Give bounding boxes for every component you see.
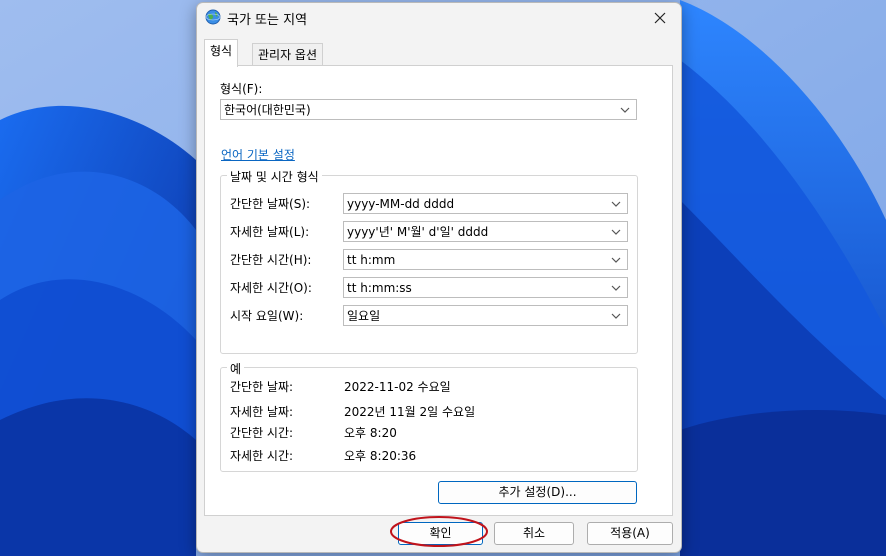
- long-time-value: tt h:mm:ss: [347, 281, 412, 295]
- example-short-time-label: 간단한 시간:: [230, 426, 294, 440]
- chevron-down-icon: [611, 201, 621, 207]
- short-date-value: yyyy-MM-dd dddd: [347, 197, 455, 211]
- short-date-label: 간단한 날짜(S):: [230, 197, 311, 211]
- long-date-select[interactable]: yyyy'년' M'월' d'일' dddd: [343, 221, 628, 242]
- short-date-select[interactable]: yyyy-MM-dd dddd: [343, 193, 628, 214]
- example-long-time-value: 오후 8:20:36: [344, 449, 417, 463]
- additional-settings-button[interactable]: 추가 설정(D)...: [438, 481, 637, 504]
- first-day-select[interactable]: 일요일: [343, 305, 628, 326]
- example-group-title: 예: [227, 360, 245, 377]
- first-day-value: 일요일: [347, 309, 381, 323]
- chevron-down-icon: [611, 313, 621, 319]
- long-date-label: 자세한 날짜(L):: [230, 225, 310, 239]
- example-long-date-value: 2022년 11월 2일 수요일: [344, 405, 476, 419]
- ok-button[interactable]: 확인: [398, 522, 483, 545]
- window-title: 국가 또는 지역: [227, 13, 308, 28]
- example-long-date-label: 자세한 날짜:: [230, 405, 294, 419]
- example-group: 예 간단한 날짜: 2022-11-02 수요일 자세한 날짜: 2022년 1…: [220, 360, 638, 472]
- close-button[interactable]: [645, 6, 675, 30]
- close-icon: [654, 12, 666, 24]
- example-short-time-value: 오후 8:20: [344, 426, 397, 440]
- format-select[interactable]: 한국어(대한민국): [220, 99, 637, 120]
- tab-format[interactable]: 형식: [204, 39, 239, 67]
- datetime-group-title: 날짜 및 시간 형식: [227, 168, 322, 185]
- format-value: 한국어(대한민국): [224, 103, 311, 117]
- globe-icon: [205, 9, 221, 25]
- chevron-down-icon: [620, 107, 630, 113]
- long-time-select[interactable]: tt h:mm:ss: [343, 277, 628, 298]
- chevron-down-icon: [611, 257, 621, 263]
- example-short-date-label: 간단한 날짜:: [230, 380, 294, 394]
- language-settings-link[interactable]: 언어 기본 설정: [221, 146, 295, 163]
- apply-button[interactable]: 적용(A): [587, 522, 673, 545]
- short-time-select[interactable]: tt h:mm: [343, 249, 628, 270]
- datetime-format-group: 날짜 및 시간 형식 간단한 날짜(S): yyyy-MM-dd dddd 자세…: [220, 168, 638, 354]
- long-time-label: 자세한 시간(O):: [230, 281, 312, 295]
- long-date-value: yyyy'년' M'월' d'일' dddd: [347, 225, 489, 239]
- cancel-button[interactable]: 취소: [494, 522, 574, 545]
- format-panel: 형식(F): 한국어(대한민국) 언어 기본 설정 날짜 및 시간 형식 간단한…: [204, 65, 673, 516]
- title-bar[interactable]: 국가 또는 지역: [197, 3, 681, 33]
- region-dialog: 국가 또는 지역 형식 관리자 옵션 형식(F): 한국어(대한민국) 언어 기…: [196, 2, 682, 553]
- first-day-label: 시작 요일(W):: [230, 309, 304, 323]
- short-time-value: tt h:mm: [347, 253, 396, 267]
- example-short-date-value: 2022-11-02 수요일: [344, 380, 451, 394]
- chevron-down-icon: [611, 229, 621, 235]
- tab-admin-options[interactable]: 관리자 옵션: [252, 43, 324, 66]
- format-label: 형식(F):: [220, 82, 263, 96]
- example-long-time-label: 자세한 시간:: [230, 449, 294, 463]
- short-time-label: 간단한 시간(H):: [230, 253, 312, 267]
- chevron-down-icon: [611, 285, 621, 291]
